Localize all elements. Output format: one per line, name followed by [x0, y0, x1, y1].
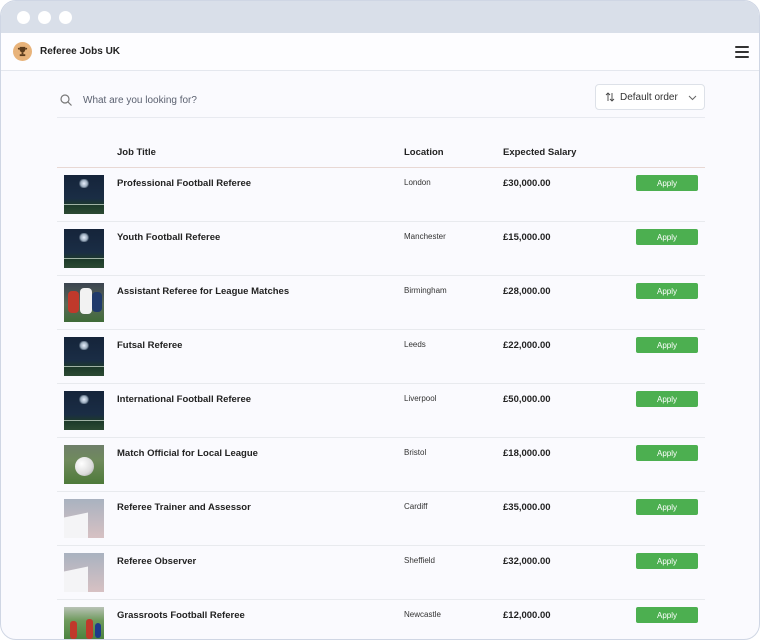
- job-location: London: [404, 178, 431, 187]
- table-row[interactable]: Youth Football Referee Manchester £15,000.…: [57, 222, 705, 276]
- window-dot-close[interactable]: [17, 10, 30, 24]
- job-title[interactable]: Referee Observer: [117, 556, 196, 567]
- search-icon: [60, 94, 72, 106]
- job-title[interactable]: Futsal Referee: [117, 340, 182, 351]
- job-location: Newcastle: [404, 610, 441, 619]
- table-row[interactable]: Grassroots Football Referee Newcastle £12,…: [57, 600, 705, 639]
- apply-button[interactable]: Apply: [636, 607, 698, 623]
- job-thumbnail-image[interactable]: [64, 175, 104, 214]
- job-title[interactable]: Grassroots Football Referee: [117, 610, 245, 621]
- job-salary: £22,000.00: [503, 340, 551, 351]
- header-job-title[interactable]: Job Title: [117, 147, 156, 158]
- table-header: Job Title Location Expected Salary: [57, 137, 705, 168]
- table-row[interactable]: Match Official for Local League Bristol £1…: [57, 438, 705, 492]
- apply-button[interactable]: Apply: [636, 229, 698, 245]
- job-salary: £15,000.00: [503, 232, 551, 243]
- job-salary: £30,000.00: [503, 178, 551, 189]
- app-title[interactable]: Referee Jobs UK: [40, 46, 735, 57]
- job-location: Leeds: [404, 340, 426, 349]
- window-dot-minimize[interactable]: [38, 10, 51, 24]
- sort-order-select[interactable]: Default order: [595, 84, 705, 110]
- job-thumbnail-image[interactable]: [64, 337, 104, 376]
- job-thumbnail-image[interactable]: [64, 283, 104, 322]
- job-thumbnail-image[interactable]: [64, 391, 104, 430]
- table-row[interactable]: Futsal Referee Leeds £22,000.00 Apply: [57, 330, 705, 384]
- job-title[interactable]: Referee Trainer and Assessor: [117, 502, 251, 513]
- table-row[interactable]: Professional Football Referee London £30,0…: [57, 168, 705, 222]
- job-thumbnail-image[interactable]: [64, 607, 104, 639]
- job-location: Sheffield: [404, 556, 435, 565]
- apply-button[interactable]: Apply: [636, 391, 698, 407]
- job-thumbnail-image[interactable]: [64, 499, 104, 538]
- top-bar: Referee Jobs UK: [1, 33, 759, 71]
- apply-button[interactable]: Apply: [636, 499, 698, 515]
- apply-button[interactable]: Apply: [636, 337, 698, 353]
- search-bar: Default order: [57, 83, 705, 118]
- job-salary: £12,000.00: [503, 610, 551, 621]
- chevron-down-icon: [688, 95, 697, 101]
- job-thumbnail-image[interactable]: [64, 229, 104, 268]
- table-row[interactable]: Referee Trainer and Assessor Cardiff £35,0…: [57, 492, 705, 546]
- window-chrome: [1, 1, 759, 33]
- job-title[interactable]: Youth Football Referee: [117, 232, 220, 243]
- apply-button[interactable]: Apply: [636, 283, 698, 299]
- job-title[interactable]: International Football Referee: [117, 394, 251, 405]
- apply-button[interactable]: Apply: [636, 175, 698, 191]
- job-location: Manchester: [404, 232, 446, 241]
- table-row[interactable]: International Football Referee Liverpool £…: [57, 384, 705, 438]
- search-input[interactable]: [83, 94, 383, 106]
- job-title[interactable]: Assistant Referee for League Matches: [117, 286, 289, 297]
- job-thumbnail-image[interactable]: [64, 445, 104, 484]
- job-location: Cardiff: [404, 502, 428, 511]
- job-location: Bristol: [404, 448, 427, 457]
- job-location: Birmingham: [404, 286, 447, 295]
- job-salary: £35,000.00: [503, 502, 551, 513]
- sort-selected-label: Default order: [620, 91, 678, 103]
- header-expected-salary[interactable]: Expected Salary: [503, 147, 576, 158]
- hamburger-menu-icon[interactable]: [735, 45, 749, 58]
- table-row[interactable]: Assistant Referee for League Matches Birm…: [57, 276, 705, 330]
- job-salary: £32,000.00: [503, 556, 551, 567]
- job-title[interactable]: Match Official for Local League: [117, 448, 258, 459]
- table-row[interactable]: Referee Observer Sheffield £32,000.00 Apply: [57, 546, 705, 600]
- job-thumbnail-image[interactable]: [64, 553, 104, 592]
- apply-button[interactable]: Apply: [636, 445, 698, 461]
- jobs-table: Job Title Location Expected Salary Profe…: [57, 137, 705, 639]
- table-body: Professional Football Referee London £30,0…: [57, 168, 705, 639]
- job-salary: £18,000.00: [503, 448, 551, 459]
- window-dot-maximize[interactable]: [59, 10, 72, 24]
- job-title[interactable]: Professional Football Referee: [117, 178, 251, 189]
- job-location: Liverpool: [404, 394, 437, 403]
- sort-arrows-icon: [605, 92, 615, 102]
- trophy-logo-icon[interactable]: [13, 42, 32, 61]
- apply-button[interactable]: Apply: [636, 553, 698, 569]
- browser-window: Referee Jobs UK Default order Job Title …: [0, 0, 760, 640]
- job-salary: £28,000.00: [503, 286, 551, 297]
- header-location[interactable]: Location: [404, 147, 444, 158]
- job-salary: £50,000.00: [503, 394, 551, 405]
